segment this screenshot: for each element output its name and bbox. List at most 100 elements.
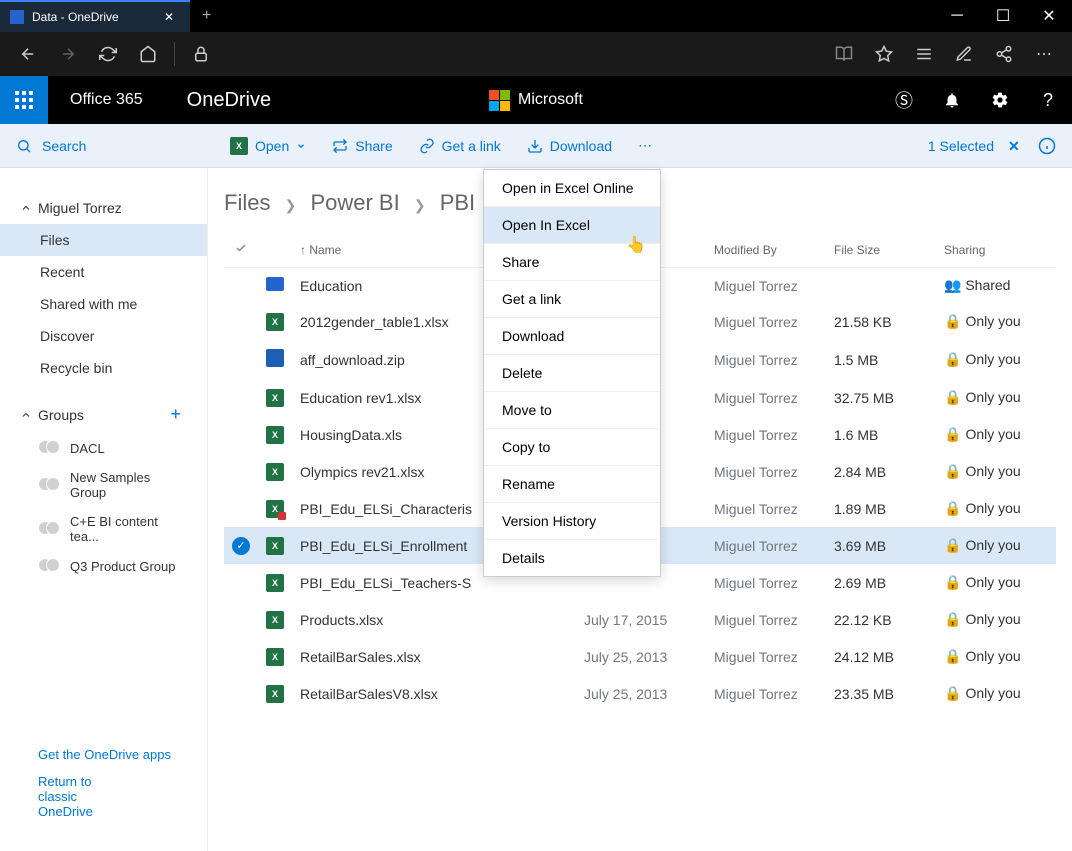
get-apps-link[interactable]: Get the OneDrive apps	[0, 741, 207, 768]
add-group-icon[interactable]: +	[170, 404, 187, 425]
context-menu-item[interactable]: Version History	[484, 503, 660, 540]
sidebar-item[interactable]: Files	[0, 224, 207, 256]
webnote-icon[interactable]	[944, 34, 984, 74]
file-modifiedby: Miguel Torrez	[706, 564, 826, 601]
context-menu-item[interactable]: Download	[484, 318, 660, 355]
sidebar-group-item[interactable]: New Samples Group	[0, 463, 207, 507]
file-sharing: 🔒Only you	[936, 490, 1056, 527]
checkmark-icon[interactable]: ✓	[232, 537, 250, 555]
refresh-button[interactable]	[88, 34, 128, 74]
sidebar-group-item[interactable]: Q3 Product Group	[0, 551, 207, 581]
file-name: RetailBarSales.xlsx	[292, 638, 576, 675]
lock-icon: 🔒	[944, 389, 961, 405]
clear-selection-icon[interactable]: ✕	[1008, 138, 1024, 154]
forward-button[interactable]	[48, 34, 88, 74]
file-sharing: 🔒Only you	[936, 303, 1056, 340]
file-size: 2.69 MB	[826, 564, 936, 601]
excel-icon: X	[266, 611, 284, 629]
col-modifiedby[interactable]: Modified By	[706, 232, 826, 268]
cmd-more[interactable]: ⋯	[638, 137, 652, 155]
more-icon[interactable]: ⋯	[1024, 34, 1064, 74]
info-icon[interactable]	[1038, 137, 1056, 155]
context-menu-item[interactable]: Rename	[484, 466, 660, 503]
search-icon	[16, 138, 32, 154]
settings-icon[interactable]	[976, 76, 1024, 124]
excel-icon: X	[266, 648, 284, 666]
col-check[interactable]	[224, 232, 258, 268]
window-close-icon[interactable]: ✕	[1026, 0, 1072, 32]
share-icon[interactable]	[984, 34, 1024, 74]
breadcrumb-item[interactable]: Files	[224, 190, 270, 215]
context-menu-item[interactable]: Move to	[484, 392, 660, 429]
cmd-share[interactable]: Share	[332, 137, 392, 155]
lock-icon[interactable]	[181, 34, 221, 74]
context-menu-item[interactable]: Delete	[484, 355, 660, 392]
context-menu-item[interactable]: Details	[484, 540, 660, 576]
o365-header: Office 365 OneDrive Microsoft Ⓢ ?	[0, 76, 1072, 124]
chevron-right-icon: ❯	[285, 197, 297, 213]
breadcrumb-item[interactable]: Power BI	[310, 190, 399, 215]
group-avatar-icon	[38, 521, 60, 537]
file-modified: July 25, 2013	[576, 638, 706, 675]
skype-icon[interactable]: Ⓢ	[880, 76, 928, 124]
browser-tab[interactable]: Data - OneDrive ✕	[0, 0, 190, 32]
file-size: 21.58 KB	[826, 303, 936, 340]
cmd-getlink[interactable]: Get a link	[419, 137, 501, 155]
context-menu-item[interactable]: Open in Excel Online	[484, 170, 660, 207]
command-bar: Search X Open Share Get a link Download …	[0, 124, 1072, 168]
context-menu-item[interactable]: Get a link	[484, 281, 660, 318]
search-input[interactable]: Search	[0, 138, 208, 154]
excel-icon: X	[266, 574, 284, 592]
sidebar-group-item[interactable]: C+E BI content tea...	[0, 507, 207, 551]
back-button[interactable]	[8, 34, 48, 74]
zip-icon	[266, 349, 284, 367]
excel-icon: X	[266, 389, 284, 407]
app-launcher-button[interactable]	[0, 76, 48, 124]
excel-icon: X	[266, 685, 284, 703]
cmd-download[interactable]: Download	[527, 137, 612, 155]
excel-icon: X	[266, 426, 284, 444]
table-row[interactable]: XRetailBarSalesV8.xlsxJuly 25, 2013Migue…	[224, 675, 1056, 712]
lock-icon: 🔒	[944, 685, 961, 701]
context-menu-item[interactable]: Open In Excel	[484, 207, 660, 244]
sidebar-item[interactable]: Recent	[0, 256, 207, 288]
excel-warning-icon: X	[266, 500, 284, 518]
lock-icon: 🔒	[944, 537, 961, 553]
new-tab-button[interactable]: +	[190, 7, 223, 25]
chevron-up-icon	[20, 409, 32, 421]
favorite-icon[interactable]	[864, 34, 904, 74]
context-menu-item[interactable]: Copy to	[484, 429, 660, 466]
file-modifiedby: Miguel Torrez	[706, 490, 826, 527]
sidebar-item[interactable]: Recycle bin	[0, 352, 207, 384]
file-sharing: 🔒Only you	[936, 675, 1056, 712]
col-size[interactable]: File Size	[826, 232, 936, 268]
table-row[interactable]: XProducts.xlsxJuly 17, 2015Miguel Torrez…	[224, 601, 1056, 638]
sidebar-group-item[interactable]: DACL	[0, 433, 207, 463]
col-sharing[interactable]: Sharing	[936, 232, 1056, 268]
classic-link[interactable]: Return to classic OneDrive	[0, 768, 140, 825]
office365-label[interactable]: Office 365	[48, 91, 165, 109]
table-row[interactable]: XRetailBarSales.xlsxJuly 25, 2013Miguel …	[224, 638, 1056, 675]
sidebar-groups-header[interactable]: Groups +	[0, 396, 207, 433]
home-button[interactable]	[128, 34, 168, 74]
window-minimize-icon[interactable]: ─	[934, 0, 980, 32]
tab-close-icon[interactable]: ✕	[158, 10, 180, 24]
reading-view-icon[interactable]	[824, 34, 864, 74]
hub-icon[interactable]	[904, 34, 944, 74]
context-menu-item[interactable]: Share	[484, 244, 660, 281]
window-maximize-icon[interactable]: ☐	[980, 0, 1026, 32]
file-sharing: 🔒Only you	[936, 379, 1056, 416]
file-sharing: 🔒Only you	[936, 601, 1056, 638]
lock-icon: 🔒	[944, 351, 961, 367]
file-modifiedby: Miguel Torrez	[706, 527, 826, 564]
help-icon[interactable]: ?	[1024, 76, 1072, 124]
sidebar-user[interactable]: Miguel Torrez	[0, 192, 207, 224]
sidebar-item[interactable]: Discover	[0, 320, 207, 352]
notifications-icon[interactable]	[928, 76, 976, 124]
cmd-open[interactable]: X Open	[230, 137, 306, 155]
file-modifiedby: Miguel Torrez	[706, 675, 826, 712]
col-icon	[258, 232, 292, 268]
sidebar-item[interactable]: Shared with me	[0, 288, 207, 320]
file-name: Products.xlsx	[292, 601, 576, 638]
file-size: 1.89 MB	[826, 490, 936, 527]
